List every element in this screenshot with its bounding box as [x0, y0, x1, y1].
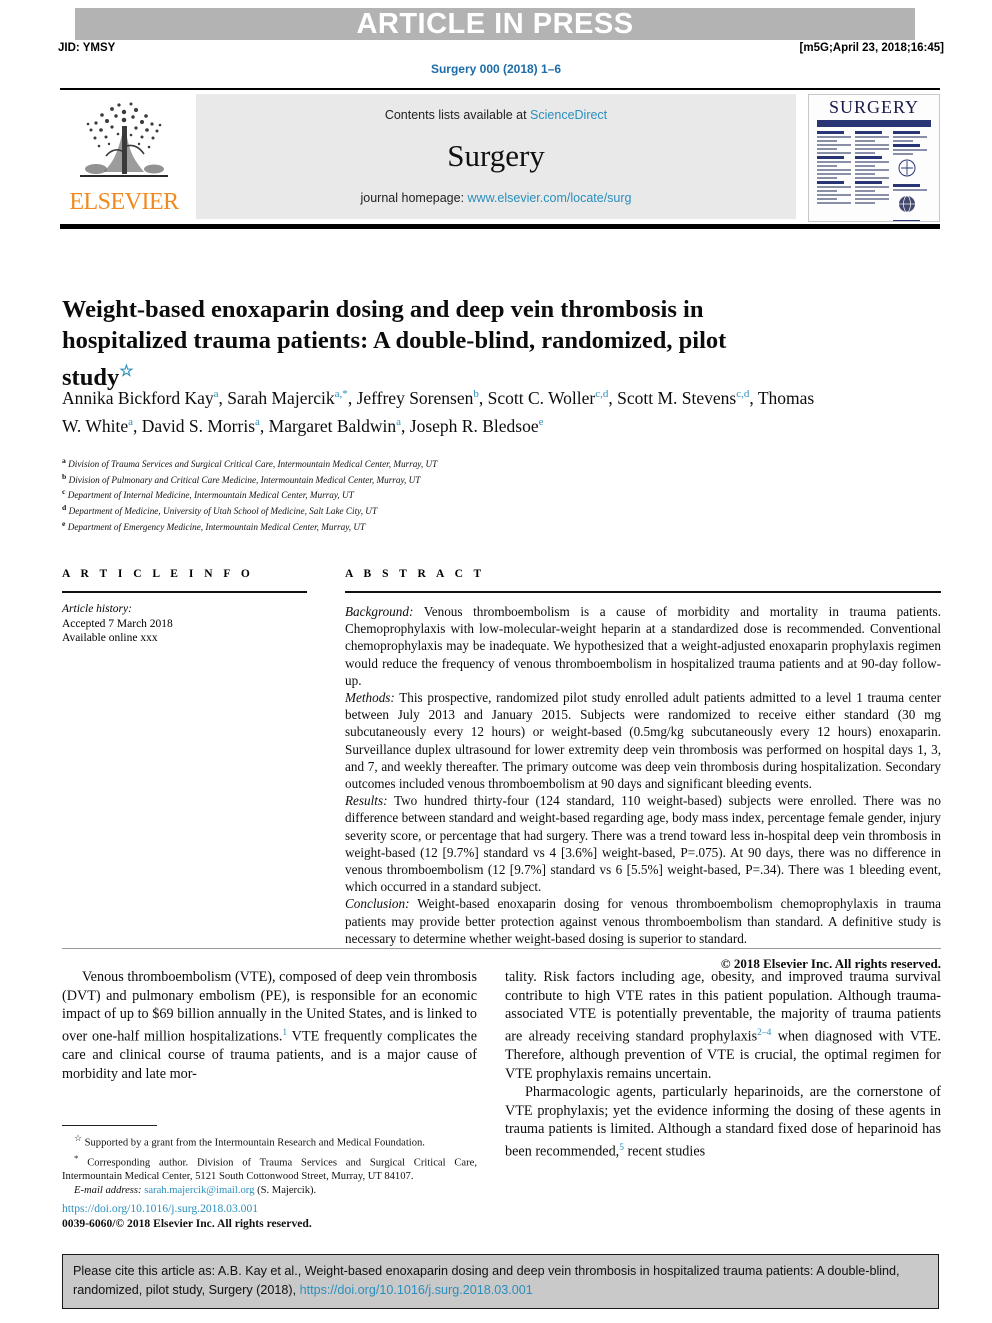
affiliation-text: Department of Emergency Medicine, Interm…	[67, 521, 366, 532]
email-label: E-mail address:	[74, 1185, 142, 1197]
journal-homepage-link[interactable]: www.elsevier.com/locate/surg	[468, 191, 632, 205]
article-accepted-date: Accepted 7 March 2018	[62, 617, 173, 630]
cover-column	[855, 131, 889, 206]
article-info-block: A R T I C L E I N F O Article history: A…	[62, 568, 307, 646]
footnotes-block: ☆ Supported by a grant from the Intermou…	[62, 1131, 477, 1198]
title-footnote-marker: ☆	[119, 363, 134, 381]
article-info-rule	[62, 591, 307, 593]
typesetter-stamp: [m5G;April 23, 2018;16:45]	[799, 42, 944, 54]
cover-journal-title: SURGERY	[828, 97, 920, 117]
article-history: Article history: Accepted 7 March 2018 A…	[62, 602, 307, 646]
journal-title: Surgery	[447, 138, 545, 173]
footnote-rule	[62, 1125, 157, 1126]
cover-text-columns	[817, 131, 931, 221]
body-column-left: Venous thromboembolism (VTE), composed o…	[62, 968, 477, 1083]
body-paragraph: tality. Risk factors including age, obes…	[505, 968, 941, 1083]
email-owner: (S. Majercik).	[257, 1185, 317, 1197]
affiliation-item: b Division of Pulmonary and Critical Car…	[62, 471, 762, 487]
affiliation-item: e Department of Emergency Medicine, Inte…	[62, 518, 762, 534]
article-available-online: Available online xxx	[62, 632, 158, 644]
footnote-funding: ☆ Supported by a grant from the Intermou…	[62, 1131, 477, 1151]
journal-info-panel: Contents lists available at ScienceDirec…	[196, 94, 796, 219]
body-paragraph: Pharmacologic agents, particularly hepar…	[505, 1083, 941, 1161]
affiliation-marker: b	[62, 471, 67, 481]
affiliation-item: c Department of Internal Medicine, Inter…	[62, 486, 762, 502]
footnote-corresponding-author: * Corresponding author. Division of Trau…	[62, 1151, 477, 1185]
masthead-top-rule	[60, 88, 940, 90]
sciencedirect-link[interactable]: ScienceDirect	[530, 108, 607, 122]
cover-header-bar	[817, 120, 931, 127]
abstract-section: Results: Two hundred thirty-four (124 st…	[345, 792, 941, 895]
body-paragraph: Venous thromboembolism (VTE), composed o…	[62, 968, 477, 1083]
elsevier-wordmark: ELSEVIER	[69, 189, 179, 215]
affiliation-text: Department of Medicine, University of Ut…	[68, 506, 378, 517]
page-title: Weight-based enoxaparin dosing and deep …	[62, 294, 792, 393]
abstract-bottom-rule	[62, 948, 941, 949]
abstract-section-text: Weight-based enoxaparin dosing for venou…	[345, 896, 941, 946]
abstract-section-label: Conclusion:	[345, 896, 410, 912]
abstract-section-text: Two hundred thirty-four (124 standard, 1…	[345, 793, 941, 895]
journal-id-label: JID: YMSY	[58, 42, 116, 54]
body-column-right: tality. Risk factors including age, obes…	[505, 968, 941, 1161]
cover-globe-icon	[899, 195, 915, 213]
reference-marker[interactable]: 2–4	[757, 1028, 771, 1038]
author-list: Annika Bickford Kaya, Sarah Majercika,*,…	[62, 387, 815, 437]
article-info-heading: A R T I C L E I N F O	[62, 568, 254, 580]
article-history-label: Article history:	[62, 603, 132, 615]
elsevier-tree-icon	[80, 102, 168, 177]
citation-doi-link[interactable]: https://doi.org/10.1016/j.surg.2018.03.0…	[300, 1283, 533, 1297]
article-in-press-band: ARTICLE IN PRESS	[75, 8, 915, 40]
article-in-press-label: ARTICLE IN PRESS	[356, 8, 634, 40]
footnote-text: Corresponding author. Division of Trauma…	[62, 1157, 477, 1183]
email-link[interactable]: sarah.majercik@imail.org	[144, 1185, 254, 1196]
abstract-section-label: Methods:	[345, 690, 395, 706]
affiliation-item: d Department of Medicine, University of …	[62, 502, 762, 518]
abstract-section-label: Background:	[345, 604, 414, 619]
body-text: recent studies	[623, 1143, 706, 1160]
affiliation-item: a Division of Trauma Services and Surgic…	[62, 455, 762, 471]
affiliation-marker: d	[62, 502, 67, 512]
issn-copyright-line: 0039-6060/© 2018 Elsevier Inc. All right…	[62, 1216, 312, 1230]
journal-cover-thumbnail: SURGERY	[808, 94, 940, 222]
affiliation-marker: e	[62, 518, 66, 528]
abstract-body: Background: Venous thromboembolism is a …	[345, 603, 941, 972]
affiliation-text: Department of Internal Medicine, Intermo…	[67, 490, 354, 501]
journal-homepage-line: journal homepage: www.elsevier.com/locat…	[196, 191, 796, 205]
footnote-text: Supported by a grant from the Intermount…	[84, 1137, 425, 1149]
affiliation-marker: a	[62, 456, 66, 465]
abstract-block: A B S T R A C T Background: Venous throm…	[345, 568, 941, 972]
masthead-bottom-rule	[60, 224, 940, 229]
imprint-block: https://doi.org/10.1016/j.surg.2018.03.0…	[62, 1202, 482, 1231]
article-page: ARTICLE IN PRESS JID: YMSY [m5G;April 23…	[0, 0, 992, 1323]
body-text: Pharmacologic agents, particularly hepar…	[505, 1084, 941, 1160]
abstract-section-text: This prospective, randomized pilot study…	[345, 690, 941, 792]
cover-emblem-icon	[898, 159, 916, 177]
elsevier-logo: ELSEVIER	[64, 94, 184, 218]
abstract-rule	[345, 591, 941, 593]
contents-prefix: Contents lists available at	[384, 108, 531, 122]
abstract-heading: A B S T R A C T	[345, 568, 486, 580]
abstract-section: Conclusion: Weight-based enoxaparin dosi…	[345, 895, 941, 947]
homepage-prefix: journal homepage:	[360, 191, 468, 205]
doi-link[interactable]: https://doi.org/10.1016/j.surg.2018.03.0…	[62, 1202, 482, 1217]
cover-column	[893, 131, 927, 221]
abstract-section-label: Results:	[345, 793, 388, 809]
footnote-marker: ☆	[74, 1133, 82, 1143]
contents-available-line: Contents lists available at ScienceDirec…	[196, 108, 796, 122]
running-head: Surgery 000 (2018) 1–6	[430, 62, 562, 76]
abstract-section-text: Venous thromboembolism is a cause of mor…	[345, 604, 941, 688]
affiliation-text: Division of Pulmonary and Critical Care …	[68, 474, 421, 485]
footnote-email: E-mail address: sarah.majercik@imail.org…	[62, 1184, 477, 1198]
affiliation-list: a Division of Trauma Services and Surgic…	[62, 455, 762, 533]
cover-column	[817, 131, 851, 206]
citation-box: Please cite this article as: A.B. Kay et…	[62, 1254, 939, 1309]
abstract-section: Background: Venous thromboembolism is a …	[345, 603, 941, 689]
title-text: Weight-based enoxaparin dosing and deep …	[62, 296, 727, 392]
affiliation-text: Division of Trauma Services and Surgical…	[68, 459, 438, 470]
footnote-marker: *	[74, 1152, 79, 1163]
abstract-section: Methods: This prospective, randomized pi…	[345, 689, 941, 792]
affiliation-marker: c	[62, 487, 66, 497]
citation-text: Please cite this article as: A.B. Kay et…	[73, 1262, 928, 1300]
